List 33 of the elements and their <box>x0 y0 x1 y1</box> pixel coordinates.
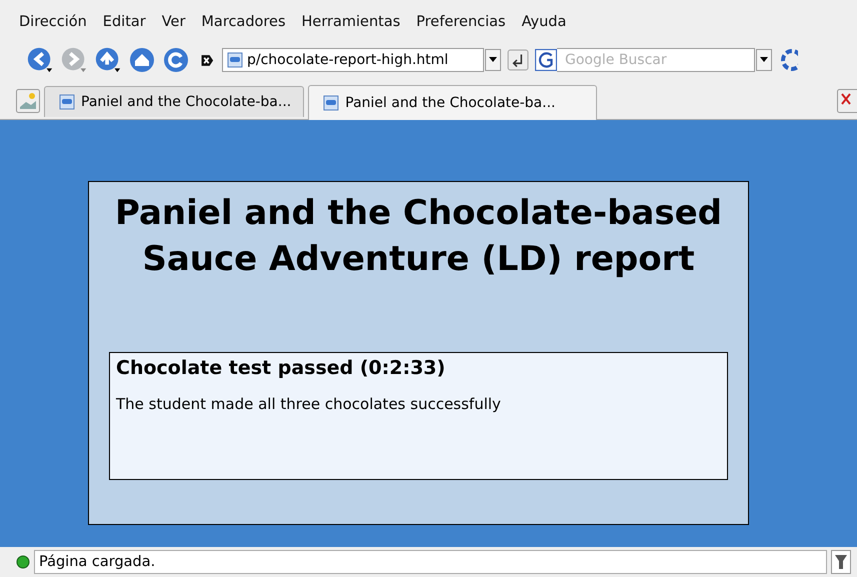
result-text: The student made all three chocolates successfully <box>116 395 502 413</box>
reload-icon[interactable] <box>162 46 190 74</box>
menu-item[interactable]: Dirección <box>19 14 87 30</box>
dropdown-button[interactable] <box>485 49 501 71</box>
menu-item[interactable]: Editar <box>102 14 146 30</box>
status-light-icon <box>16 555 30 569</box>
close-tab-icon[interactable] <box>837 89 857 113</box>
tab[interactable]: Paniel and the Chocolate-ba... <box>308 85 596 120</box>
back-icon[interactable] <box>26 46 54 74</box>
tab[interactable]: Paniel and the Chocolate-ba... <box>44 86 304 117</box>
report-title: Paniel and the Chocolate-based Sauce Adventure (LD) report <box>114 192 723 281</box>
page-icon <box>323 95 340 111</box>
caret-icon <box>489 57 497 63</box>
go-icon[interactable] <box>507 49 529 71</box>
menu-item[interactable]: Preferencias <box>416 14 506 30</box>
google-icon[interactable] <box>535 48 557 72</box>
search-field[interactable]: Google Buscar <box>557 48 755 72</box>
menu-item[interactable]: Marcadores <box>201 14 286 30</box>
home-icon[interactable] <box>128 46 156 74</box>
menu-item[interactable]: Ayuda <box>522 14 566 30</box>
caret-icon <box>760 57 768 63</box>
menu-item[interactable]: Herramientas <box>302 14 400 30</box>
page-icon <box>227 52 243 68</box>
address-field[interactable]: p/chocolate-report-high.html <box>222 48 484 72</box>
page-icon <box>59 94 75 110</box>
funnel-icon[interactable] <box>831 550 851 574</box>
new-tab-icon[interactable] <box>16 89 40 113</box>
result-heading: Chocolate test passed (0:2:33) <box>116 357 446 379</box>
spinner-icon <box>778 48 798 72</box>
menu-item[interactable]: Ver <box>162 14 186 30</box>
up-icon[interactable] <box>94 46 122 74</box>
dropdown-button[interactable] <box>756 49 772 71</box>
status-text: Página cargada. <box>34 550 827 574</box>
